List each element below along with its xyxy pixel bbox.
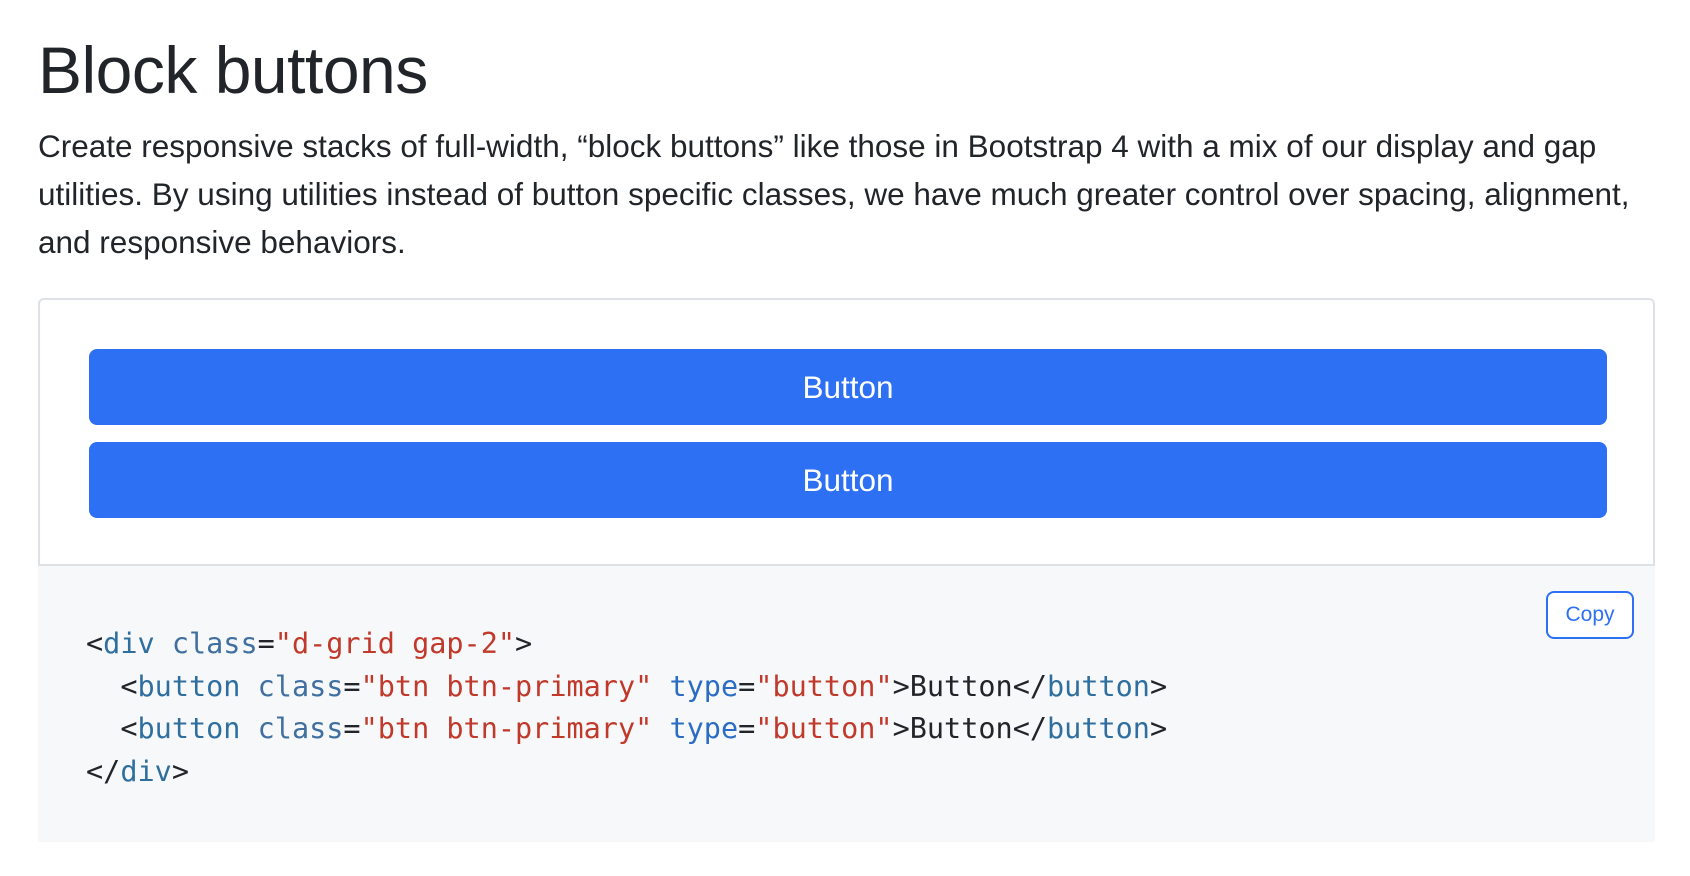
code-block: Copy <div class="d-grid gap-2"> <button … — [38, 564, 1655, 842]
code-line-2: <button class="btn btn-primary" type="bu… — [120, 669, 1168, 703]
page-description: Create responsive stacks of full-width, … — [38, 128, 1630, 260]
code-line-1: <div class="d-grid gap-2"> — [86, 627, 533, 660]
code-snippet: <div class="d-grid gap-2"> <button class… — [86, 623, 1167, 793]
primary-button-1[interactable]: Button — [89, 349, 1607, 425]
primary-button-2[interactable]: Button — [89, 442, 1607, 518]
code-line-4: </div> — [86, 754, 189, 788]
page-title: Block buttons — [38, 33, 428, 107]
example-preview: Button Button — [38, 298, 1655, 564]
code-line-3: <button class="btn btn-primary" type="bu… — [120, 712, 1168, 745]
copy-button[interactable]: Copy — [1546, 591, 1634, 639]
